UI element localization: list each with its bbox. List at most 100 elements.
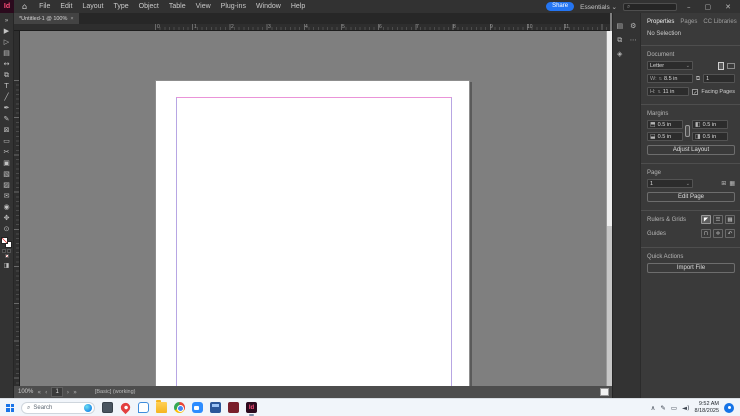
pages-count-field[interactable]: 1 — [703, 74, 735, 83]
formatting-affects-container-icon[interactable] — [2, 249, 6, 253]
home-icon[interactable]: ⌂ — [22, 2, 27, 11]
fill-stroke-swatches[interactable] — [1, 237, 12, 248]
selection-tool[interactable]: ▶ — [1, 26, 13, 37]
previous-page-icon[interactable]: ‹ — [45, 389, 47, 396]
height-field[interactable]: H: ⇅ 11 in — [647, 87, 690, 96]
vertical-ruler[interactable] — [14, 31, 20, 386]
menu-edit[interactable]: Edit — [55, 3, 77, 10]
tray-pen-icon[interactable]: ✎ — [660, 404, 665, 412]
margin-top-field[interactable]: ⬒ 0.5 in — [647, 120, 683, 129]
hand-tool[interactable]: ✥ — [1, 213, 13, 224]
taskbar-chat-icon[interactable] — [138, 402, 149, 413]
add-guides-icon[interactable]: ✛ — [713, 229, 723, 238]
last-page-icon[interactable]: » — [73, 389, 77, 396]
tray-volume-icon[interactable]: ◄) — [682, 404, 690, 412]
margin-bottom-field[interactable]: ⬓ 0.5 in — [647, 132, 683, 141]
tray-display-icon[interactable]: ▭ — [671, 404, 677, 412]
import-file-button[interactable]: Import File — [647, 263, 735, 273]
links-panel-icon[interactable]: ⧉ — [617, 37, 622, 44]
start-button[interactable] — [6, 403, 14, 412]
tab-close-icon[interactable]: × — [70, 16, 73, 22]
menu-object[interactable]: Object — [134, 3, 164, 10]
line-tool[interactable]: ╱ — [1, 92, 13, 103]
gradient-swatch-tool[interactable]: ▧ — [1, 169, 13, 180]
pages-panel-icon[interactable]: ▤ — [616, 23, 623, 30]
pasteboard[interactable] — [20, 31, 606, 386]
screen-mode-icon[interactable]: ◨ — [1, 260, 13, 271]
menu-layout[interactable]: Layout — [77, 3, 108, 10]
rulers-toggle-icon[interactable]: ◤ — [701, 215, 711, 224]
margin-inside-field[interactable]: ◧ 0.5 in — [692, 120, 728, 129]
document-page[interactable] — [155, 80, 470, 386]
menu-window[interactable]: Window — [251, 3, 286, 10]
page-number-dropdown[interactable]: 1 — [51, 387, 63, 397]
layers-panel-icon[interactable]: ◈ — [617, 51, 622, 58]
margin-outside-field[interactable]: ◨ 0.5 in — [692, 132, 728, 141]
page-tool[interactable]: ▤ — [1, 48, 13, 59]
portrait-orientation-icon[interactable] — [718, 61, 724, 70]
menu-help[interactable]: Help — [286, 3, 310, 10]
formatting-affects-text-icon[interactable] — [7, 249, 11, 253]
horizontal-ruler[interactable]: 0 1 2 3 4 5 6 7 8 9 10 11 — [14, 24, 610, 31]
maximize-button[interactable]: ▢ — [701, 3, 716, 11]
page-size-dropdown[interactable]: Letter ⌄ — [647, 61, 693, 70]
zoom-app-icon[interactable] — [192, 402, 203, 413]
file-explorer-icon[interactable] — [156, 400, 167, 413]
clear-guides-icon[interactable]: ↶ — [725, 229, 735, 238]
gap-tool[interactable]: ↔ — [1, 59, 13, 70]
taskbar-pin-app-icon[interactable] — [118, 400, 133, 415]
pen-tool[interactable]: ✒ — [1, 103, 13, 114]
facing-pages-checkbox[interactable]: ✓ — [692, 88, 699, 96]
indesign-app-icon[interactable]: Id — [0, 0, 14, 13]
type-tool[interactable]: T — [1, 81, 13, 92]
menu-view[interactable]: View — [191, 3, 216, 10]
rectangle-frame-tool[interactable]: ⊠ — [1, 125, 13, 136]
free-transform-tool[interactable]: ▣ — [1, 158, 13, 169]
zoom-level-dropdown[interactable]: 100% — [18, 389, 33, 395]
delete-page-icon[interactable]: ▦ — [729, 180, 735, 187]
edit-page-button[interactable]: Edit Page — [647, 192, 735, 202]
document-grid-icon[interactable]: ▦ — [725, 215, 735, 224]
lock-guides-icon[interactable]: ⊓ — [701, 229, 711, 238]
adjust-layout-button[interactable]: Adjust Layout — [647, 145, 735, 155]
rectangle-tool[interactable]: ▭ — [1, 136, 13, 147]
width-field[interactable]: W: ⇅ 8.5 in — [647, 74, 693, 83]
direct-selection-tool[interactable]: ▷ — [1, 37, 13, 48]
link-margins-icon[interactable] — [685, 124, 690, 137]
menu-table[interactable]: Table — [164, 3, 191, 10]
pencil-tool[interactable]: ✎ — [1, 114, 13, 125]
tray-chevron-up-icon[interactable]: ∧ — [651, 404, 656, 412]
minimize-button[interactable]: – — [683, 3, 695, 11]
content-collector-tool[interactable]: ⧉ — [1, 70, 13, 81]
baseline-grid-icon[interactable]: ☰ — [713, 215, 723, 224]
taskbar-app-window-icon[interactable] — [102, 402, 113, 413]
add-page-icon[interactable]: ⊞ — [721, 180, 726, 187]
notification-icon[interactable] — [724, 402, 734, 413]
preflight-status[interactable]: [Basic] (working) — [95, 389, 136, 395]
eyedropper-tool[interactable]: ◉ — [1, 202, 13, 213]
workspace-switcher[interactable]: Essentials ⌄ — [580, 3, 617, 11]
taskbar-maroon-app-icon[interactable] — [228, 402, 239, 413]
overflow-icon[interactable]: ⋯ — [630, 37, 637, 44]
menu-plugins[interactable]: Plug-ins — [216, 3, 251, 10]
tab-properties[interactable]: Properties — [647, 19, 674, 25]
stepper-icon[interactable]: ⇅ — [658, 89, 661, 94]
menu-type[interactable]: Type — [108, 3, 133, 10]
current-page-dropdown[interactable]: 1 ⌄ — [647, 179, 693, 188]
scissors-tool[interactable]: ✂ — [1, 147, 13, 158]
next-page-icon[interactable]: › — [67, 389, 69, 396]
toolbar-collapse-icon[interactable]: » — [1, 15, 13, 26]
landscape-orientation-icon[interactable] — [727, 62, 735, 69]
chrome-icon[interactable] — [174, 402, 185, 413]
tab-pages[interactable]: Pages — [680, 19, 697, 25]
gear-icon[interactable]: ⚙ — [630, 23, 636, 30]
system-clock[interactable]: 9:52 AM 8/18/2025 — [695, 401, 719, 414]
zoom-tool[interactable]: ⊙ — [1, 224, 13, 235]
taskbar-search-input[interactable]: ⌕ Search — [21, 401, 95, 414]
menu-file[interactable]: File — [34, 3, 55, 10]
indesign-taskbar-icon[interactable]: Id — [246, 402, 257, 416]
apply-none-icon[interactable] — [4, 254, 9, 258]
fill-swatch[interactable] — [1, 237, 8, 244]
tab-cc-libraries[interactable]: CC Libraries — [703, 19, 736, 25]
document-tab[interactable]: *Untitled-1 @ 100% × — [14, 13, 79, 24]
